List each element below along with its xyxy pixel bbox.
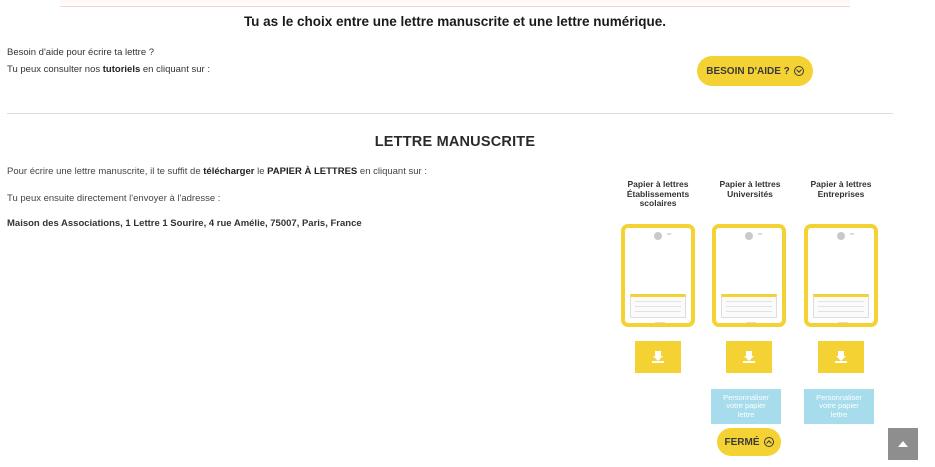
chevron-up-icon <box>898 441 908 447</box>
send-instruction: Tu peux ensuite directement l'envoyer à … <box>7 193 221 204</box>
help-button[interactable]: BESOIN D'AIDE ? <box>697 56 813 86</box>
download-keyword: télécharger <box>203 166 255 177</box>
page-headline: Tu as le choix entre une lettre manuscri… <box>243 14 667 29</box>
paper-title-line: Entreprises <box>817 188 865 199</box>
tutorials-text: tutoriels <box>102 64 141 75</box>
help-question: Besoin d'aide pour écrire ta lettre ? <box>7 47 155 58</box>
help-instruction-prefix: Tu peux consulter nos <box>7 64 103 75</box>
download-icon <box>835 351 847 363</box>
paper-title-schools: Papier à lettres Établissements scolaire… <box>613 179 703 209</box>
paper-title-line: Universités <box>727 188 773 199</box>
page: Tu as le choix entre une lettre manuscri… <box>0 0 935 467</box>
logo-icon <box>654 232 662 240</box>
download-instruction: Pour écrire une lettre manuscrite, il te… <box>7 166 427 177</box>
download-instruction-mid: le <box>254 166 268 177</box>
download-icon <box>652 351 664 363</box>
close-button-label: FERMÉ <box>724 436 760 448</box>
logo-icon <box>745 232 753 240</box>
postal-address: Maison des Associations, 1 Lettre 1 Sour… <box>7 218 362 229</box>
chevron-circle-up-icon <box>763 437 774 447</box>
logo-icon <box>837 232 845 240</box>
top-strip <box>60 0 850 7</box>
paper-preview-schools <box>621 224 695 327</box>
download-button-schools[interactable] <box>635 341 681 373</box>
help-instruction-suffix: en cliquant sur : <box>140 64 210 75</box>
section-divider <box>7 113 893 114</box>
help-button-label: BESOIN D'AIDE ? <box>706 65 790 77</box>
download-button-companies[interactable] <box>818 341 864 373</box>
customize-button-universities[interactable]: Personnaliser votre papier lettre <box>711 389 781 424</box>
chevron-circle-down-icon <box>793 66 804 76</box>
paper-preview-universities <box>712 224 786 327</box>
scroll-to-top-button[interactable] <box>888 428 918 460</box>
customize-button-companies[interactable]: Personnaliser votre papier lettre <box>804 389 874 424</box>
paper-title-companies: Papier à lettres Entreprises <box>796 179 886 199</box>
section-title: LETTRE MANUSCRITE <box>374 134 536 150</box>
download-instruction-prefix: Pour écrire une lettre manuscrite, il te… <box>7 166 204 177</box>
paper-title-line: scolaires <box>639 198 677 208</box>
paper-preview-companies <box>804 224 878 327</box>
download-button-universities[interactable] <box>726 341 772 373</box>
paper-title-universities: Papier à lettres Universités <box>705 179 795 199</box>
close-button[interactable]: FERMÉ <box>717 428 781 456</box>
download-instruction-suffix: en cliquant sur : <box>357 166 427 177</box>
paper-keyword: PAPIER À LETTRES <box>267 166 358 177</box>
help-instruction: Tu peux consulter nos tutoriels en cliqu… <box>7 64 210 75</box>
download-icon <box>743 351 755 363</box>
